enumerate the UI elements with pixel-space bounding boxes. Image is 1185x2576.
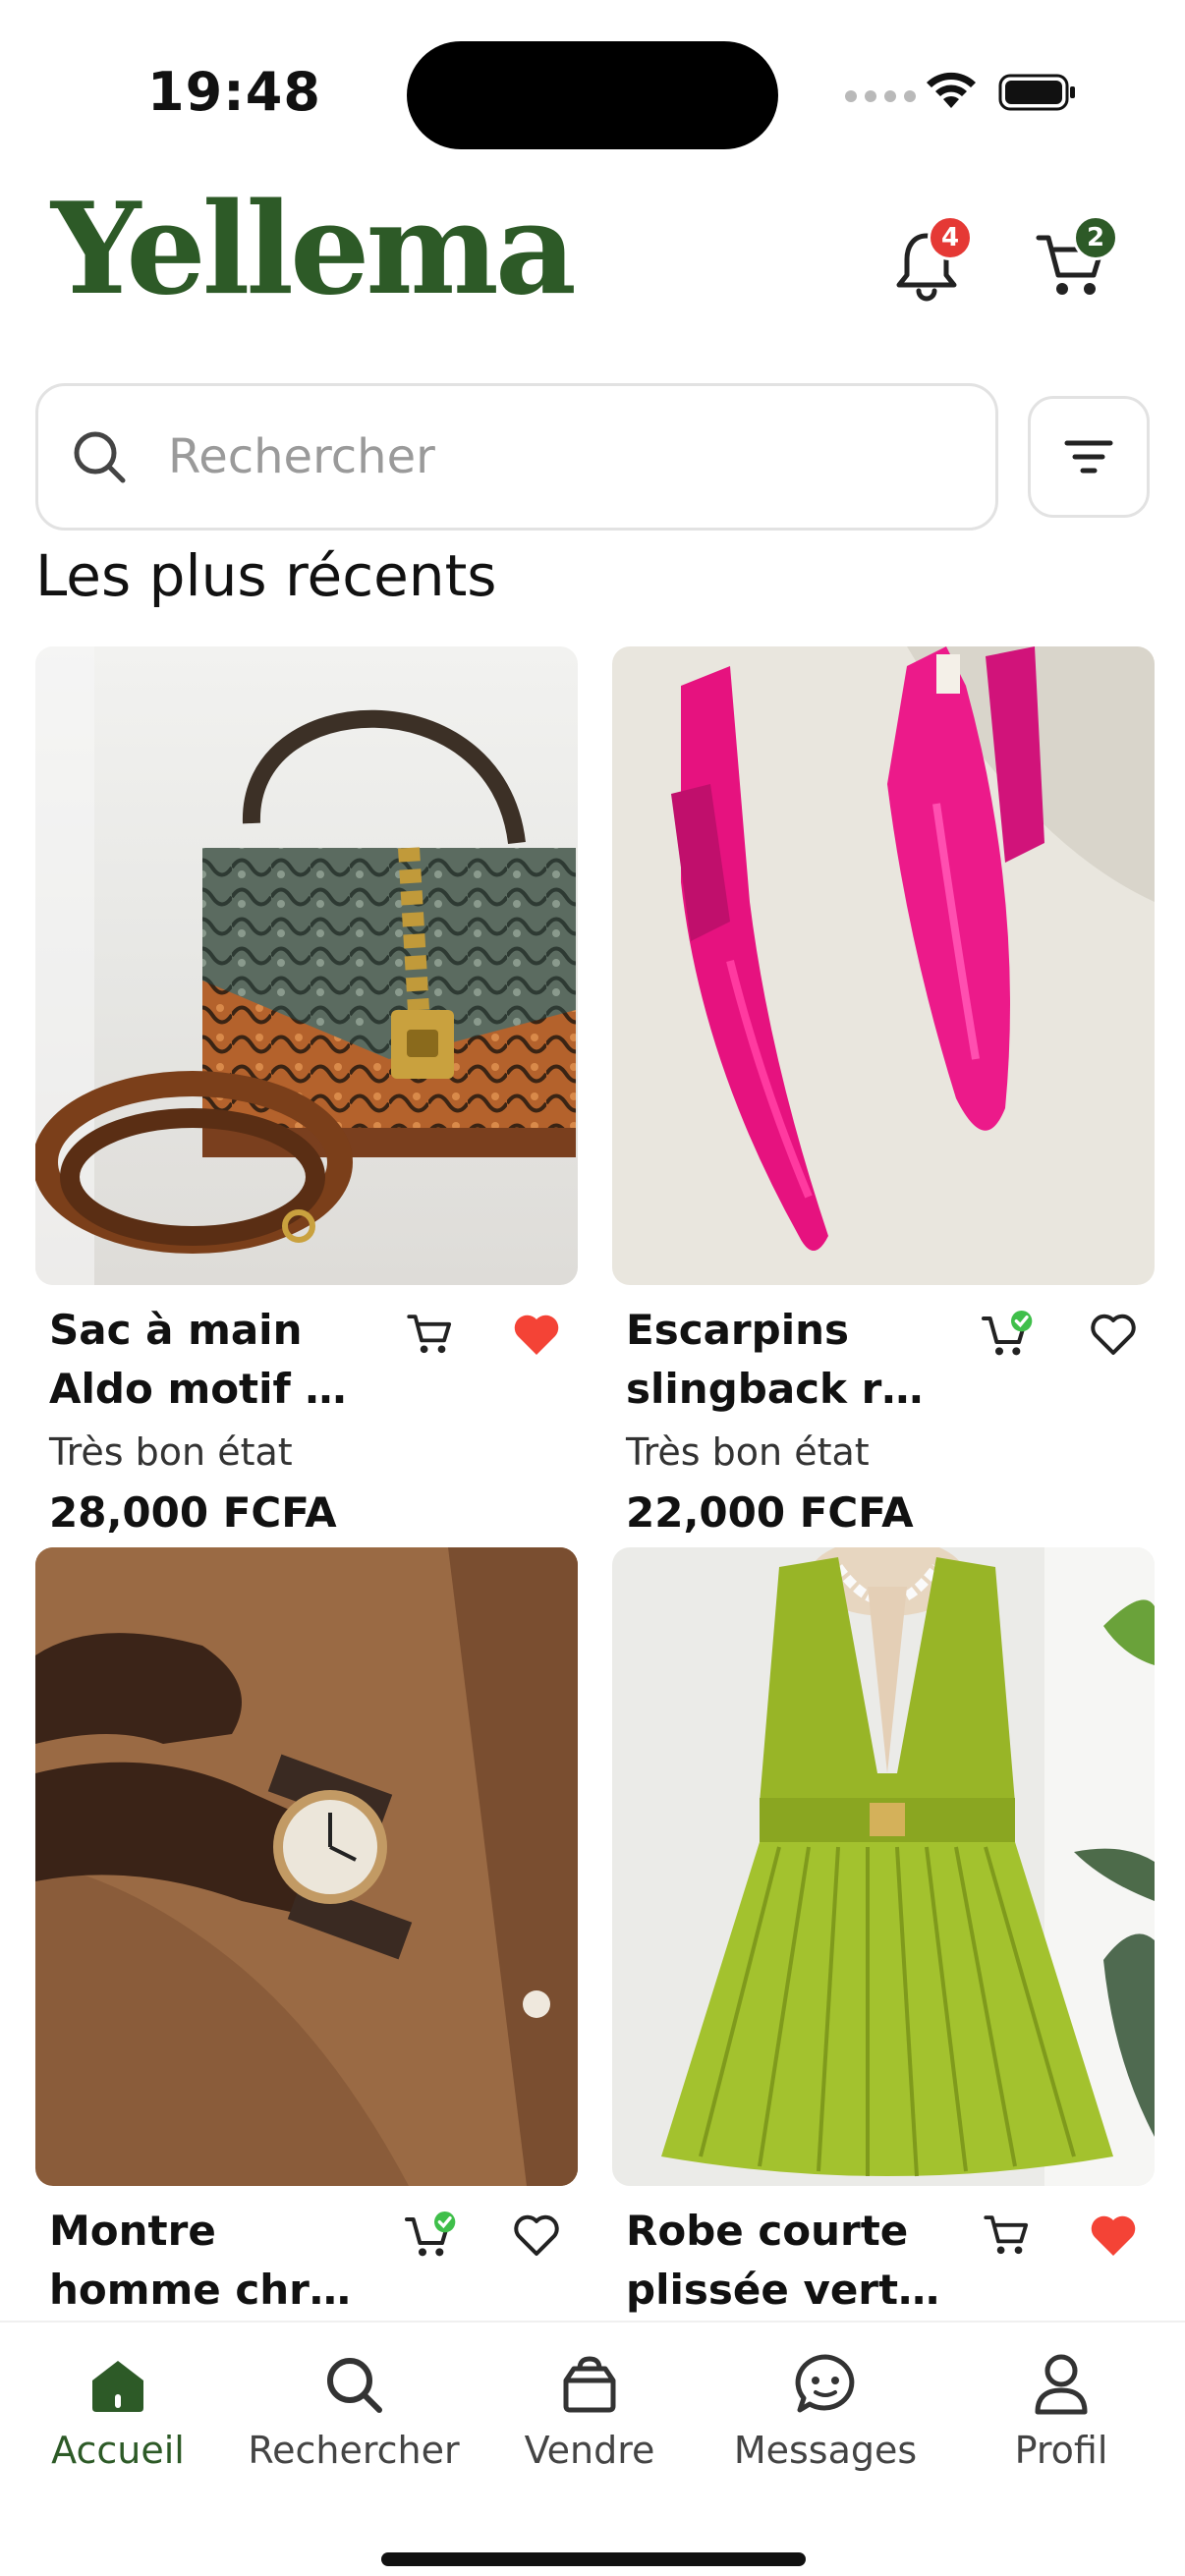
in-cart-button[interactable] [980,1307,1035,1362]
favorite-button[interactable] [1086,2208,1141,2263]
cart-check-icon [982,1311,1033,1356]
product-card[interactable]: Sac à main Aldo motif py… Très bon état … [35,646,578,1542]
product-name[interactable]: Escarpins slingback ros… [626,1301,950,1419]
heart-filled-icon [1091,2215,1136,2256]
product-condition: Très bon état [49,1430,293,1474]
favorite-button[interactable] [509,2208,564,2263]
tab-vendre[interactable]: Vendre [472,2350,707,2472]
tab-label: Profil [1014,2429,1108,2472]
heart-filled-icon [514,1315,559,1355]
product-condition: Très bon état [626,1430,870,1474]
favorite-button[interactable] [1086,1307,1141,1362]
filter-button[interactable] [1028,396,1150,518]
battery-icon [998,74,1075,111]
product-image[interactable] [35,646,578,1285]
product-card[interactable]: Escarpins slingback ros… Très bon état 2… [612,646,1155,1542]
filter-icon [1064,440,1113,474]
dress-image [612,1547,1155,2186]
cellular-signal-icon [845,90,916,102]
in-cart-button[interactable] [403,2208,458,2263]
product-image[interactable] [612,646,1155,1285]
tab-label: Vendre [524,2429,655,2472]
tab-profil[interactable]: Profil [943,2350,1179,2472]
favorite-button[interactable] [509,1307,564,1362]
heart-outline-icon [514,2214,559,2256]
bag-icon [563,2356,616,2413]
cart-button[interactable]: 2 [1028,215,1118,309]
user-icon [1035,2354,1088,2415]
product-price: 22,000 FCFA [626,1488,914,1537]
pumps-image [612,646,1155,1285]
search-icon [74,431,126,483]
search-bar[interactable] [35,383,998,531]
product-card[interactable]: Robe courte plissée vert a… [612,1547,1155,2320]
tab-label: Messages [733,2429,918,2472]
section-title: Les plus récents [35,542,497,609]
heart-outline-icon [1091,1314,1136,1355]
product-image[interactable] [35,1547,578,2186]
cart-icon [407,1315,452,1354]
bottom-tab-bar: Accueil Rechercher Vendre Messages Profi… [0,2321,1185,2576]
status-time: 19:48 [147,61,321,123]
add-to-cart-button[interactable] [980,2208,1035,2263]
tab-rechercher[interactable]: Rechercher [236,2350,472,2472]
tab-accueil[interactable]: Accueil [0,2350,236,2472]
dynamic-island [407,41,778,149]
product-name[interactable]: Montre homme chro… [49,2202,373,2320]
cart-check-icon [405,2212,456,2257]
handbag-image [35,646,578,1285]
notifications-button[interactable]: 4 [882,215,973,309]
cart-icon [984,2215,1029,2255]
tab-label: Accueil [51,2429,185,2472]
product-card[interactable]: Montre homme chro… [35,1547,578,2320]
notifications-badge: 4 [928,215,973,260]
add-to-cart-button[interactable] [403,1307,458,1362]
product-name[interactable]: Sac à main Aldo motif py… [49,1301,373,1419]
product-price: 28,000 FCFA [49,1488,337,1537]
cart-badge: 2 [1073,215,1118,260]
home-icon [92,2361,143,2412]
home-indicator [381,2552,806,2566]
watch-image [35,1547,578,2186]
search-icon [327,2358,382,2413]
chat-icon [795,2354,855,2413]
tab-messages[interactable]: Messages [707,2350,943,2472]
status-bar: 19:48 [0,0,1185,149]
app-logo: Yellema [51,176,577,323]
tab-label: Rechercher [248,2429,460,2472]
product-name[interactable]: Robe courte plissée vert a… [626,2202,950,2320]
product-image[interactable] [612,1547,1155,2186]
search-input[interactable] [168,429,934,484]
wifi-icon [927,72,976,108]
